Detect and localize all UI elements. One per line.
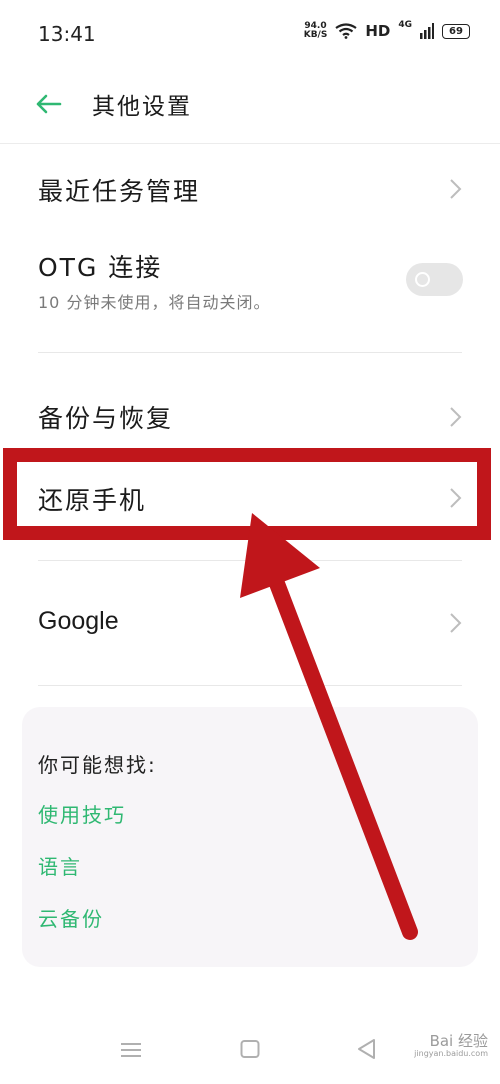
backup-restore-item[interactable]: 备份与恢复 [0,390,500,446]
chevron-right-icon [450,179,462,199]
status-time: 13:41 [38,22,96,46]
wifi-icon [335,23,357,39]
otg-toggle[interactable] [406,263,463,296]
chevron-right-icon [450,613,462,633]
network-speed: 94.0 KB/S [304,22,328,40]
recent-apps-icon[interactable] [120,1042,142,1058]
watermark-text: Bai 经验 [429,1032,488,1050]
suggestion-link-tips[interactable]: 使用技巧 [38,799,126,828]
chevron-right-icon [450,488,462,508]
google-label: Google [38,607,119,635]
reset-phone-item[interactable]: 还原手机 [0,470,500,526]
page-title: 其他设置 [92,94,192,120]
section-divider [38,352,462,353]
section-divider [38,685,462,686]
header-divider [0,143,500,144]
recent-tasks-item[interactable]: 最近任务管理 [0,160,500,216]
suggestions-card: 你可能想找: 使用技巧 语言 云备份 [22,707,478,967]
reset-phone-label: 还原手机 [38,486,147,515]
toggle-knob [415,272,430,287]
watermark: Bai 经验 jingyan.baidu.com [414,1030,488,1058]
signal-icon [420,23,434,39]
status-icons: 94.0 KB/S HD 4G 69 [304,20,470,40]
battery-icon: 69 [442,23,470,39]
suggestions-title: 你可能想找: [38,753,157,777]
otg-description: 10 分钟未使用，将自动关闭。 [38,293,271,312]
suggestion-link-cloud-backup[interactable]: 云备份 [38,903,104,932]
home-icon[interactable] [240,1040,260,1058]
section-divider [38,560,462,561]
status-bar: 13:41 94.0 KB/S HD 4G 69 [0,0,500,70]
speed-unit: KB/S [303,30,328,40]
watermark-url: jingyan.baidu.com [414,1049,488,1058]
nav-back-icon[interactable] [356,1038,376,1060]
recent-tasks-label: 最近任务管理 [38,177,201,206]
google-item[interactable]: Google [0,596,500,652]
battery-level: 69 [449,25,463,37]
network-type: 4G [398,20,412,30]
backup-restore-label: 备份与恢复 [38,404,174,433]
otg-label: OTG 连接 [38,253,163,282]
chevron-right-icon [450,407,462,427]
app-header: 其他设置 [0,75,500,135]
hd-indicator: HD [365,22,391,40]
back-arrow-icon[interactable] [32,88,64,120]
suggestion-link-language[interactable]: 语言 [38,851,82,880]
